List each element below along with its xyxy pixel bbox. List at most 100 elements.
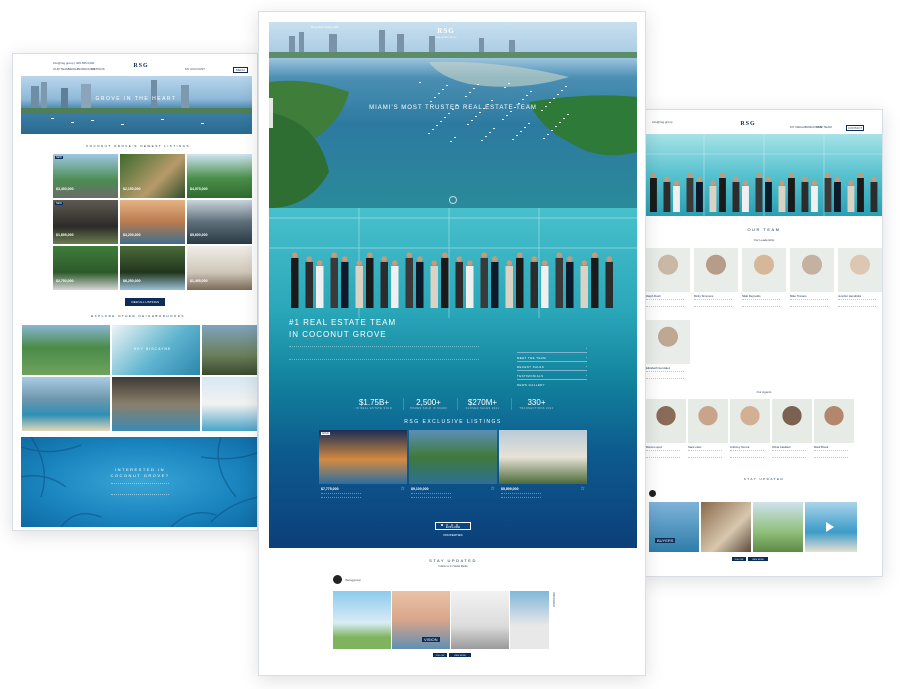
team-card[interactable]: Sara Lister — [688, 399, 728, 465]
side-link[interactable]: TESTIMONIALS › — [517, 364, 587, 378]
team-card[interactable]: Olivia Caldwell — [772, 399, 812, 465]
team-card[interactable]: Elizabeth Gonzalez — [646, 320, 690, 386]
listing-card[interactable]: NEW $1,895,000 — [53, 200, 118, 244]
skyline-graphic — [21, 80, 252, 125]
team-member-figure — [341, 262, 349, 308]
boat-mark — [555, 126, 557, 127]
insta-post[interactable] — [753, 502, 803, 552]
carousel-dots[interactable] — [441, 513, 465, 526]
boat-mark — [465, 96, 467, 97]
member-contact — [814, 450, 848, 458]
play-icon[interactable] — [826, 522, 834, 532]
nav-item[interactable]: OUR TEAM — [816, 125, 832, 129]
listing-card[interactable]: NEW $3,450,000 — [53, 154, 118, 198]
team-card[interactable]: Nikki Reynolds — [742, 248, 786, 314]
team-member-figure — [380, 262, 388, 308]
team-member-figure — [765, 182, 772, 212]
scroll-down-icon[interactable] — [449, 196, 457, 204]
neighborhood-tile[interactable] — [201, 376, 257, 432]
listing-card[interactable]: $3,200,000 — [120, 200, 185, 244]
team-member-head — [710, 180, 716, 186]
team-member-figure — [686, 178, 694, 212]
insta-post[interactable]: BUYERS — [649, 502, 699, 552]
listing-card[interactable]: $1,495,000 — [187, 246, 252, 290]
nav-item[interactable]: LISTINGS — [91, 67, 105, 71]
logo[interactable]: RSG — [128, 63, 154, 69]
team-member-figure — [405, 258, 413, 308]
insta-post[interactable] — [451, 591, 509, 649]
side-link[interactable]: RECENT SALES › — [517, 355, 587, 369]
menu-button[interactable]: MENU — [233, 67, 248, 73]
side-link[interactable]: MEET THE TEAM › — [517, 346, 587, 360]
team-card[interactable]: Ralph Dosh — [646, 248, 690, 314]
neighborhood-tile[interactable] — [111, 376, 201, 432]
follow-button[interactable]: FOLLOW — [732, 557, 746, 561]
listing-card[interactable]: $4,975,000 — [187, 154, 252, 198]
page-team: info@rsg.group RSG MY NEIGHBORHOODS OUR … — [643, 109, 883, 577]
team-member-head — [306, 256, 312, 262]
nav-item[interactable]: CONTACT — [846, 125, 865, 131]
exclusive-listing-card[interactable]: SOLD $7,775,000 ☆ — [319, 430, 407, 500]
star-icon[interactable]: ☆ — [491, 486, 495, 492]
logo[interactable]: RSG — [436, 27, 456, 35]
view-more-button[interactable]: VIEW MORE — [449, 653, 471, 657]
side-link[interactable]: NEWS GALLERY › — [517, 373, 587, 387]
team-member-head — [788, 172, 794, 178]
team-card[interactable]: Anthony Scurra — [730, 399, 770, 465]
exclusive-listing-card[interactable]: $5,899,000 ☆ — [499, 430, 587, 500]
star-icon[interactable]: ☆ — [581, 486, 585, 492]
boat-mark — [479, 112, 481, 113]
hero-image: MIAMI'S MOST TRUSTED REAL ESTATE TEAM — [269, 22, 637, 208]
listing-card[interactable]: $6,250,000 — [120, 246, 185, 290]
listing-card[interactable]: $2,150,000 — [120, 154, 185, 198]
team-member-head — [664, 176, 670, 182]
team-member-head — [317, 260, 323, 266]
interest-banner: INTERESTED IN COCONUT GROVE? — [21, 437, 257, 527]
view-more-button[interactable]: VIEW MORE — [748, 557, 768, 561]
insta-avatar[interactable] — [333, 575, 342, 584]
boat-mark — [543, 138, 545, 139]
listing-card[interactable]: $5,600,000 — [187, 200, 252, 244]
member-contact — [772, 450, 806, 458]
view-all-button[interactable]: VIEW ALL LISTINGS — [125, 298, 165, 306]
insta-post[interactable] — [701, 502, 751, 552]
boat-mark — [489, 132, 491, 133]
neighborhood-tile[interactable] — [21, 376, 111, 432]
boat-mark — [428, 133, 430, 134]
team-member-head — [481, 252, 487, 258]
team-card[interactable]: Mark Brook — [814, 399, 854, 465]
star-icon[interactable]: ☆ — [401, 486, 405, 492]
team-card[interactable]: Mike Trimano — [790, 248, 834, 314]
insta-post[interactable] — [510, 591, 549, 649]
team-member-figure — [824, 178, 832, 212]
team-hero-image — [644, 134, 882, 216]
side-tab[interactable] — [269, 98, 273, 128]
member-contact — [790, 299, 828, 307]
insta-post[interactable]: VISION — [392, 591, 450, 649]
listing-price: $2,750,000 — [56, 279, 74, 283]
explore-button[interactable]: EXPLORE PROPERTIES — [435, 522, 471, 537]
insta-post[interactable] — [805, 502, 857, 552]
insta-post[interactable] — [333, 591, 391, 649]
logo[interactable]: RSG — [738, 121, 758, 127]
neighborhood-tile[interactable] — [201, 324, 257, 376]
team-member-head — [392, 260, 398, 266]
neighborhood-tile[interactable] — [21, 324, 111, 376]
team-card[interactable]: Jennifer Hendricks — [838, 248, 882, 314]
exclusive-listing-card[interactable]: $9,100,000 ☆ — [409, 430, 497, 500]
listing-card[interactable]: $2,750,000 — [53, 246, 118, 290]
chevron-right-icon: › — [586, 373, 587, 377]
nav-item[interactable]: OUR TEAM — [53, 67, 69, 71]
nav-item[interactable]: MY ACCOUNT — [185, 67, 205, 71]
insta-handle[interactable]: thersggroup — [345, 578, 361, 582]
boat-mark — [506, 115, 508, 116]
instagram-side-tab[interactable]: INSTAGRAM — [551, 592, 555, 607]
insta-avatar[interactable] — [649, 490, 656, 497]
follow-button[interactable]: FOLLOW — [433, 653, 447, 657]
neighborhood-tile[interactable]: KEY BISCAYNE — [111, 324, 201, 376]
team-card[interactable]: Marco Lopez — [646, 399, 686, 465]
team-member-figure — [316, 266, 324, 308]
team-member-head — [742, 180, 748, 186]
team-card[interactable]: Ricky Simmons — [694, 248, 738, 314]
section-title: EXPLORE OTHER NEIGHBORHOODS — [91, 314, 185, 318]
